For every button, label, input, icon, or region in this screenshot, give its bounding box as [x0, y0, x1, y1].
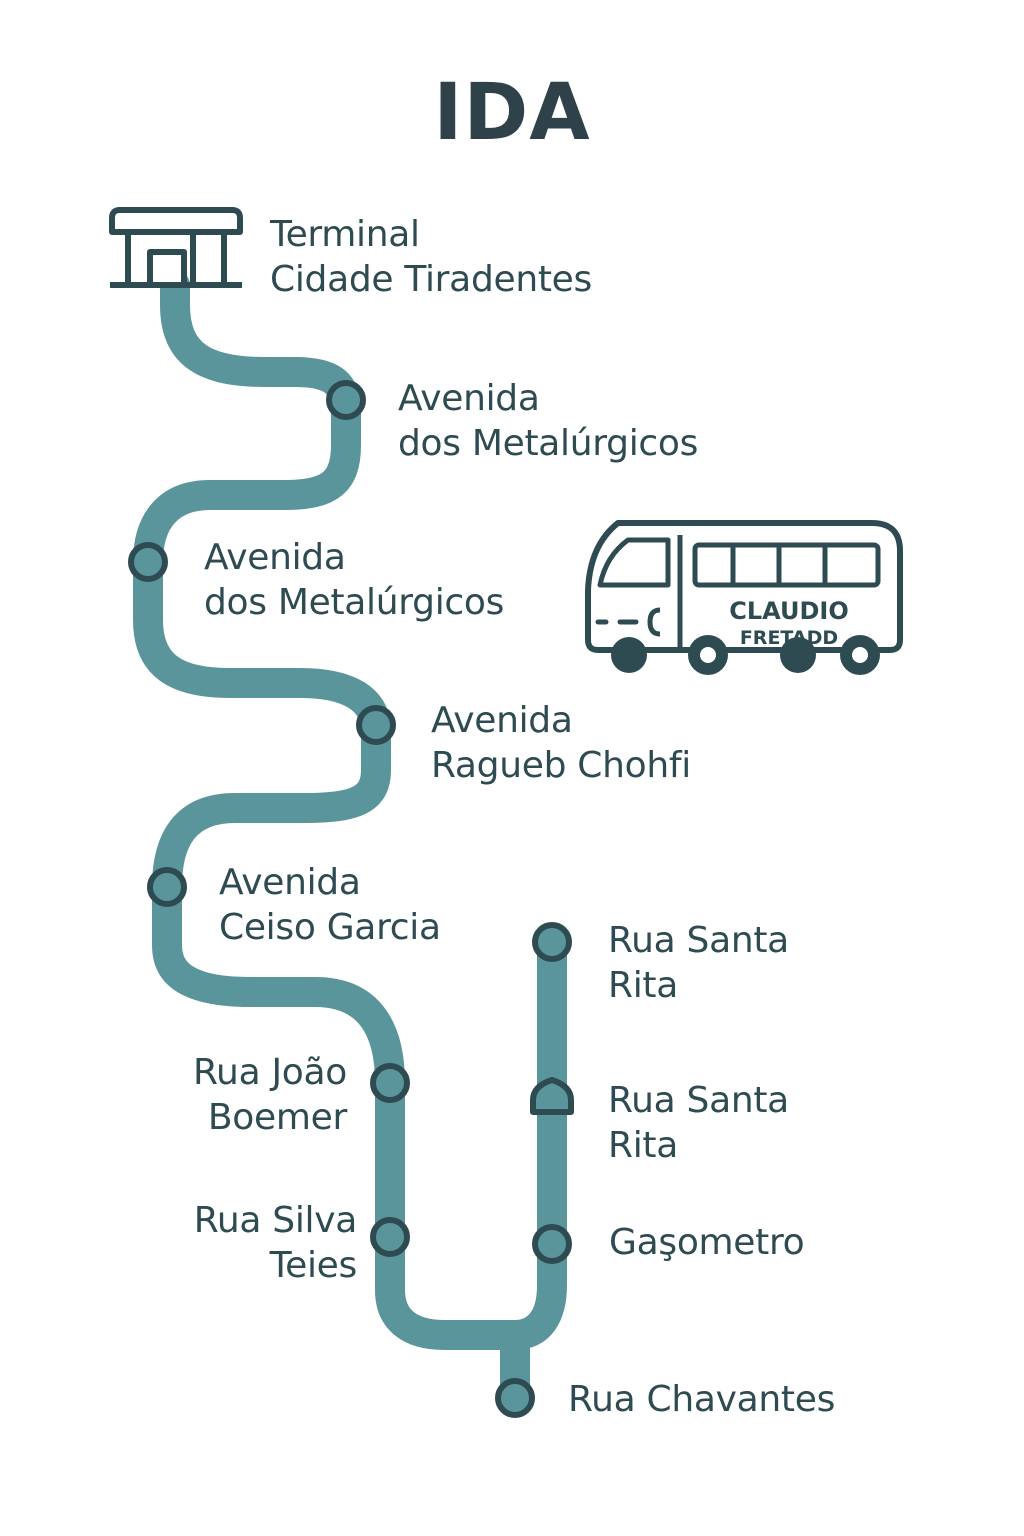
stop-label-line2: Ragueb Chohfi	[431, 745, 691, 786]
stop-label-line2: Boemer	[207, 1097, 347, 1138]
stop-label-line2: dos Metalúrgicos	[398, 423, 699, 464]
stop-label-celso-garcia: Avenida Ceiso Garcia	[219, 860, 441, 950]
stop-label-line1: Rua Chavantes	[568, 1379, 836, 1420]
stop-label-line2: Cidade Tiradentes	[270, 259, 592, 300]
stop-marker-metalurgicos-1	[326, 380, 366, 420]
stop-label-santa-rita-1: Rua Santa Rita	[608, 918, 789, 1008]
stop-label-line1: Avenida	[219, 862, 361, 903]
stop-marker-metalurgicos-2	[128, 542, 168, 582]
stop-label-line2: Teies	[269, 1245, 358, 1286]
stop-label-line1: Rua Santa	[608, 920, 789, 961]
stop-label-line2: Rita	[608, 1125, 678, 1166]
stop-label-line2: Ceiso Garcia	[219, 907, 441, 948]
stop-marker-chavantes	[495, 1378, 535, 1418]
stop-label-metalurgicos-1: Avenida dos Metalúrgicos	[398, 376, 698, 466]
stop-label-chavantes: Rua Chavantes	[568, 1377, 835, 1422]
stop-label-line1: Terminal	[270, 214, 420, 255]
bus-label-line2: FRETADD	[740, 627, 838, 649]
stop-label-line1: Rua João	[192, 1052, 347, 1093]
stop-label-metalurgicos-2: Avenida dos Metalúrgicos	[204, 535, 504, 625]
bus-icon: CLAUDIO FRETADD	[585, 520, 903, 675]
stop-label-line2: Rita	[608, 965, 678, 1006]
stop-marker-silva-teles	[370, 1217, 410, 1257]
bus-label-line1: CLAUDIO	[729, 597, 848, 625]
stop-label-line1: Rua Silva	[193, 1200, 358, 1241]
page-title: IDA	[433, 68, 591, 158]
route-line-return	[500, 927, 567, 1350]
stop-label-line1: Gaşometro	[609, 1222, 805, 1263]
stop-label-terminal: Terminal Cidade Tiradentes	[270, 212, 592, 302]
stop-label-silva-teles: Rua Silva Teies	[193, 1198, 358, 1288]
stop-label-joao-boemer: Rua João Boemer	[193, 1050, 347, 1140]
stop-marker-santa-rita-1	[532, 922, 572, 962]
stop-label-line2: dos Metalúrgicos	[204, 582, 505, 623]
terminal-icon	[109, 207, 243, 288]
stop-marker-ragueb-chohfi	[356, 705, 396, 745]
stop-label-line1: Avenida	[431, 700, 573, 741]
stop-marker-gasometro	[532, 1224, 572, 1264]
stop-marker-santa-rita-2	[530, 1077, 574, 1115]
stop-label-line1: Avenida	[398, 378, 540, 419]
stop-marker-celso-garcia	[147, 867, 187, 907]
stop-label-gasometro: Gaşometro	[609, 1220, 805, 1265]
stop-label-santa-rita-2: Rua Santa Rita	[608, 1078, 789, 1168]
stop-label-line1: Rua Santa	[608, 1080, 789, 1121]
stop-label-ragueb-chohfi: Avenida Ragueb Chohfi	[431, 698, 691, 788]
stop-label-line1: Avenida	[204, 537, 346, 578]
stop-marker-joao-boemer	[370, 1063, 410, 1103]
